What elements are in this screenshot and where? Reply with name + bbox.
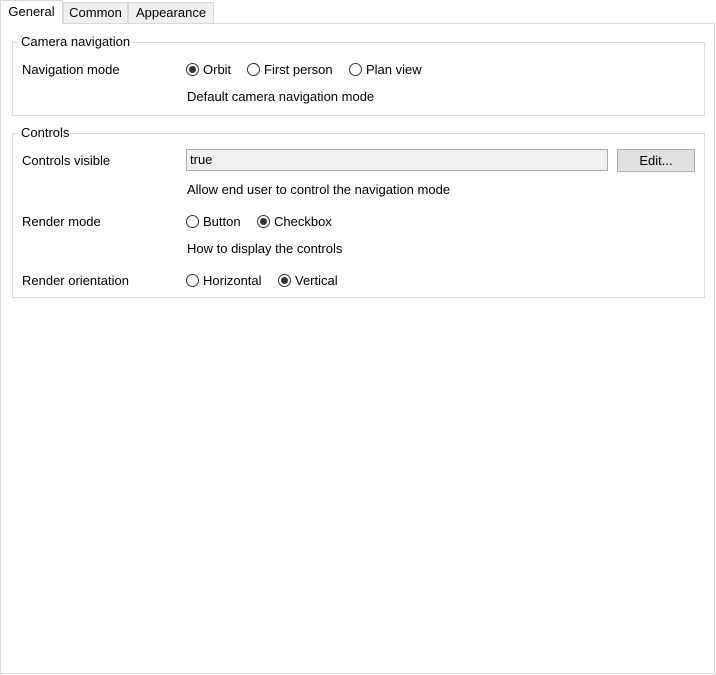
tab-common-label: Common xyxy=(69,5,122,20)
tab-general[interactable]: General xyxy=(0,0,63,24)
radio-plan-view-indicator xyxy=(349,62,362,76)
navigation-mode-label: Navigation mode xyxy=(22,62,120,77)
radio-horizontal[interactable]: Horizontal xyxy=(186,272,262,288)
radio-checkbox-indicator xyxy=(257,214,270,228)
radio-horizontal-label: Horizontal xyxy=(203,272,262,288)
radio-button-label: Button xyxy=(203,213,241,229)
radio-orbit-label: Orbit xyxy=(203,61,232,77)
radio-button[interactable]: Button xyxy=(186,213,241,229)
radio-horizontal-indicator xyxy=(186,273,199,287)
controls-visible-field[interactable]: true xyxy=(186,149,608,171)
radio-vertical-label: Vertical xyxy=(295,272,338,288)
radio-checkbox-label: Checkbox xyxy=(274,213,332,229)
controls-visible-description: Allow end user to control the navigation… xyxy=(187,182,451,197)
render-orientation-label: Render orientation xyxy=(22,273,129,288)
radio-orbit[interactable]: Orbit xyxy=(186,61,231,77)
general-tab-panel: Camera navigation Navigation mode Orbit … xyxy=(0,23,715,674)
tab-general-label: General xyxy=(8,4,55,19)
radio-first-person-label: First person xyxy=(264,61,333,77)
radio-plan-view[interactable]: Plan view xyxy=(349,61,422,77)
camera-navigation-legend: Camera navigation xyxy=(19,34,133,50)
edit-button[interactable]: Edit... xyxy=(617,149,695,172)
tab-appearance[interactable]: Appearance xyxy=(128,2,214,23)
tab-common[interactable]: Common xyxy=(63,2,128,23)
render-mode-description: How to display the controls xyxy=(187,241,343,256)
radio-first-person-indicator xyxy=(247,62,260,76)
radio-vertical[interactable]: Vertical xyxy=(278,272,338,288)
radio-vertical-indicator xyxy=(278,273,291,287)
radio-orbit-indicator xyxy=(186,62,199,76)
tab-appearance-label: Appearance xyxy=(135,5,207,20)
radio-button-indicator xyxy=(186,214,199,228)
radio-checkbox[interactable]: Checkbox xyxy=(257,213,332,229)
controls-legend: Controls xyxy=(19,125,72,141)
controls-visible-label: Controls visible xyxy=(22,153,111,168)
render-mode-label: Render mode xyxy=(22,214,101,229)
navigation-mode-description: Default camera navigation mode xyxy=(187,89,375,104)
tab-strip: General Common Appearance xyxy=(0,0,716,24)
radio-plan-view-label: Plan view xyxy=(366,61,422,77)
radio-first-person[interactable]: First person xyxy=(247,61,333,77)
